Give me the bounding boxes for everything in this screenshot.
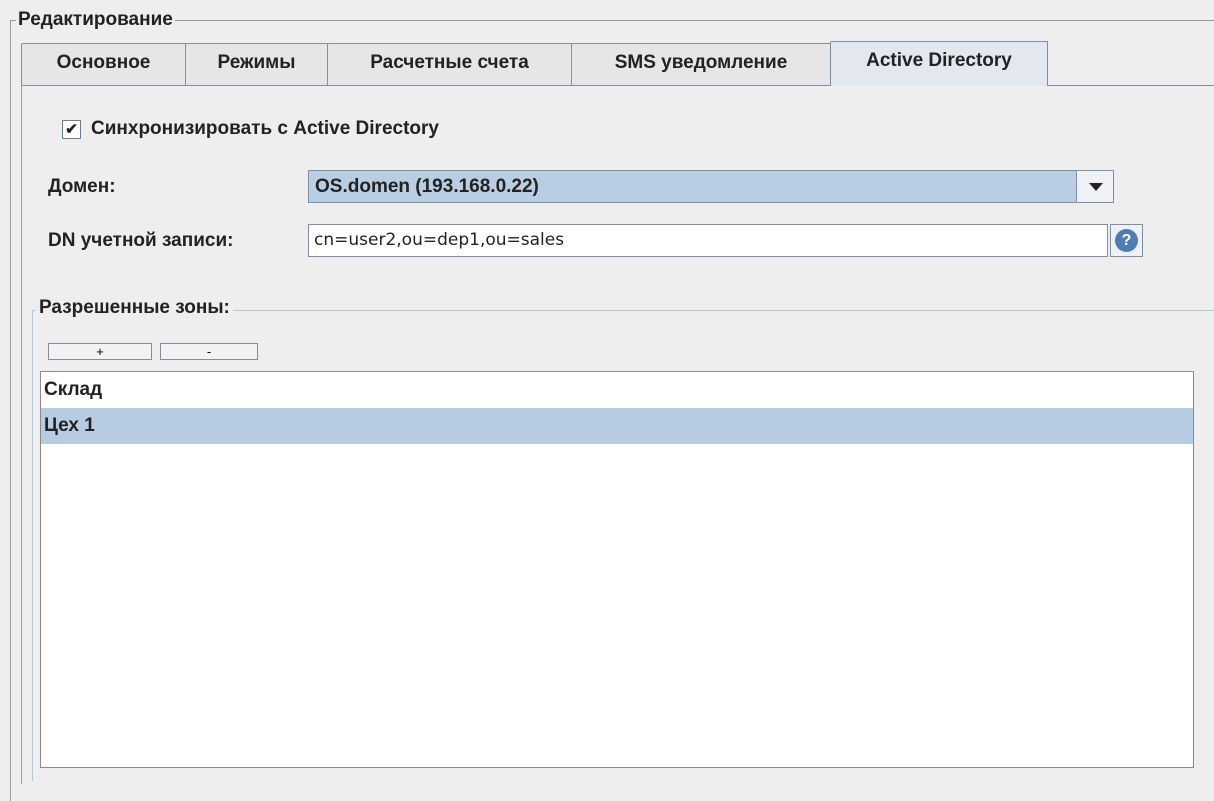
add-zone-button[interactable]: + — [48, 343, 152, 360]
tab-sms[interactable]: SMS уведомление — [571, 43, 831, 85]
allowed-zones-title: Разрешенные зоны: — [36, 296, 233, 320]
dn-input[interactable] — [309, 225, 1099, 254]
tab-modes[interactable]: Режимы — [185, 43, 328, 85]
domain-select[interactable]: OS.domen (193.168.0.22) — [308, 170, 1114, 203]
list-item-selected[interactable]: Цех 1 — [41, 408, 1193, 444]
tab-main[interactable]: Основное — [21, 43, 186, 85]
dn-help-button[interactable]: ? — [1110, 224, 1143, 257]
remove-zone-button[interactable]: - — [160, 343, 258, 360]
domain-select-value: OS.domen (193.168.0.22) — [315, 176, 539, 197]
zones-list[interactable]: Склад Цех 1 — [40, 371, 1194, 768]
tab-active-directory[interactable]: Active Directory — [830, 41, 1048, 86]
sync-checkbox[interactable]: ✔ — [62, 119, 81, 139]
editing-group-title: Редактирование — [16, 9, 175, 31]
dn-field-box — [308, 224, 1108, 257]
sync-checkbox-row[interactable]: ✔ Синхронизировать с Active Directory — [62, 118, 439, 140]
question-icon: ? — [1115, 229, 1138, 252]
tab-accounts[interactable]: Расчетные счета — [327, 43, 572, 85]
list-item[interactable]: Склад — [41, 372, 1193, 408]
dn-label: DN учетной записи: — [48, 230, 234, 251]
sync-checkbox-label: Синхронизировать с Active Directory — [91, 118, 439, 139]
chevron-down-icon — [1089, 183, 1103, 191]
domain-label: Домен: — [48, 176, 116, 197]
domain-dropdown-button[interactable] — [1076, 171, 1113, 202]
tab-bar: Основное Режимы Расчетные счета SMS увед… — [21, 41, 1048, 86]
